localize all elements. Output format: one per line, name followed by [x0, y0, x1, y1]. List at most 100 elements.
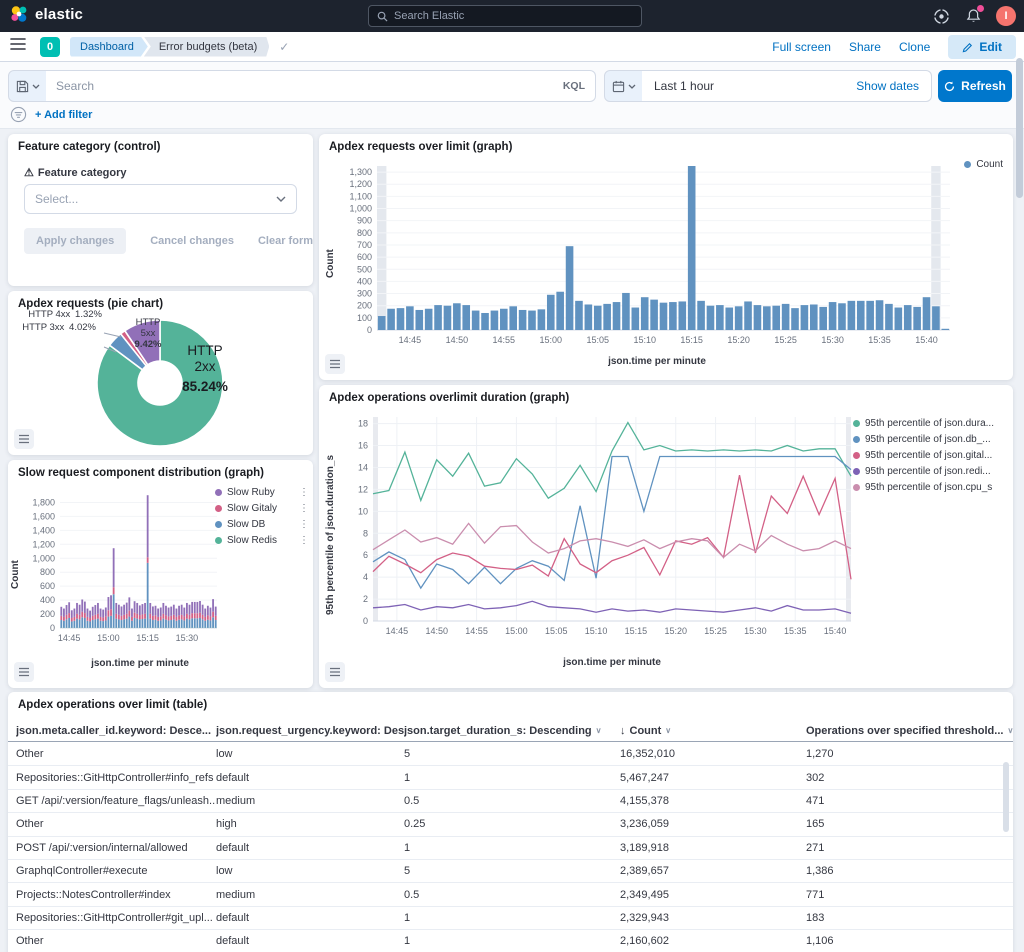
chevron-down-icon: [628, 84, 636, 89]
svg-text:300: 300: [357, 289, 372, 299]
elastic-logo[interactable]: elastic: [10, 5, 83, 23]
table-cell: default: [216, 842, 404, 854]
line-chart[interactable]: 02468101214161814:4514:5014:5515:0015:05…: [339, 409, 861, 659]
deployment-icon[interactable]: [932, 7, 950, 25]
svg-text:1,300: 1,300: [349, 167, 372, 177]
legend-menu-icon[interactable]: ⋮: [299, 535, 309, 546]
cancel-changes-button[interactable]: Cancel changes: [150, 235, 234, 247]
legend-toggle-icon[interactable]: [325, 354, 345, 374]
clone-link[interactable]: Clone: [899, 40, 930, 54]
table-cell: high: [216, 818, 404, 830]
share-link[interactable]: Share: [849, 40, 881, 54]
table-row: POST /api/:version/internal/alloweddefau…: [8, 837, 1013, 860]
sort-desc-icon: ↓: [620, 725, 626, 737]
svg-text:14: 14: [358, 462, 368, 472]
column-label: Count: [630, 725, 662, 737]
refresh-button[interactable]: Refresh: [938, 70, 1012, 102]
table-scrollbar[interactable]: [1003, 762, 1009, 832]
table-column-header[interactable]: ↓Count∨: [620, 725, 806, 737]
table-row: GraphqlController#executelow52,389,6571,…: [8, 860, 1013, 883]
svg-text:15:10: 15:10: [585, 626, 608, 636]
table-cell: 5: [404, 748, 620, 760]
alerts-bell-icon[interactable]: [964, 7, 982, 25]
menu-hamburger-icon[interactable]: [10, 37, 26, 56]
table-column-header[interactable]: json.meta.caller_id.keyword: Desce...∨: [16, 725, 216, 737]
legend-item[interactable]: 95th percentile of json.dura...: [853, 415, 1005, 431]
notification-dot: [977, 5, 984, 12]
kql-badge[interactable]: KQL: [563, 80, 585, 92]
table-cell: 1: [404, 842, 620, 854]
panel-apdex-over-limit-table: Apdex operations over limit (table) json…: [8, 692, 1013, 952]
svg-text:100: 100: [357, 313, 372, 323]
table-cell: Other: [16, 818, 216, 830]
full-screen-link[interactable]: Full screen: [772, 40, 831, 54]
panel-overlimit-duration-graph: Apdex operations overlimit duration (gra…: [319, 385, 1013, 688]
stacked-bar-chart[interactable]: 02004006008001,0001,2001,4001,6001,80014…: [16, 484, 221, 654]
show-dates-link[interactable]: Show dates: [856, 79, 919, 93]
table-row: GET /api/:version/feature_flags/unleash.…: [8, 790, 1013, 813]
svg-text:1,400: 1,400: [32, 525, 55, 535]
legend-item[interactable]: 95th percentile of json.cpu_s: [853, 479, 1005, 495]
legend-item[interactable]: 95th percentile of json.redi...: [853, 463, 1005, 479]
apply-changes-button[interactable]: Apply changes: [24, 228, 126, 254]
space-badge[interactable]: 0: [40, 37, 60, 57]
edit-button[interactable]: Edit: [948, 35, 1016, 59]
legend-dot: [853, 452, 860, 459]
user-avatar[interactable]: I: [996, 6, 1016, 26]
table-row: Otherhigh0.253,236,059165: [8, 813, 1013, 836]
legend-toggle-icon[interactable]: [14, 429, 34, 449]
legend-label: Slow Gitaly: [227, 503, 277, 514]
svg-text:15:00: 15:00: [505, 626, 528, 636]
legend-menu-icon[interactable]: ⋮: [299, 519, 309, 530]
legend-dot: [853, 468, 860, 475]
svg-text:14:45: 14:45: [386, 626, 409, 636]
legend-item[interactable]: 95th percentile of json.gital...: [853, 447, 1005, 463]
kql-search-input[interactable]: Search KQL: [46, 70, 596, 102]
legend-toggle-icon[interactable]: [325, 662, 345, 682]
panel-title: Apdex requests over limit (graph): [329, 141, 512, 153]
search-icon: [377, 11, 388, 22]
table-column-header[interactable]: json.request_urgency.keyword: Des...∨: [216, 725, 404, 737]
svg-text:500: 500: [357, 264, 372, 274]
global-search-input[interactable]: Search Elastic: [368, 5, 642, 27]
legend-toggle-icon[interactable]: [14, 662, 34, 682]
legend-item[interactable]: Slow Redis⋮: [215, 532, 309, 548]
svg-text:15:15: 15:15: [136, 633, 159, 643]
legend-item[interactable]: Slow Ruby⋮: [215, 484, 309, 500]
legend-item[interactable]: 95th percentile of json.db_...: [853, 431, 1005, 447]
legend-label: Slow DB: [227, 519, 265, 530]
time-range-value: Last 1 hour: [654, 79, 856, 93]
breadcrumb-dashboard[interactable]: Dashboard: [70, 37, 148, 57]
clear-form-button[interactable]: Clear form: [258, 235, 313, 247]
svg-text:1,000: 1,000: [349, 204, 372, 214]
table-cell: POST /api/:version/internal/allowed: [16, 842, 216, 854]
table-cell: 0.5: [404, 795, 620, 807]
table-cell: 2,160,602: [620, 935, 806, 947]
legend-item[interactable]: Slow Gitaly ⋮: [215, 500, 309, 516]
table-column-header[interactable]: json.target_duration_s: Descending∨: [404, 725, 620, 737]
time-range-picker[interactable]: Last 1 hour Show dates: [642, 70, 932, 102]
panel-feature-category-control: Feature category (control) ⚠ Feature cat…: [8, 134, 313, 286]
svg-text:14:50: 14:50: [425, 626, 448, 636]
panel-title: Feature category (control): [18, 141, 161, 153]
table-cell: 1,106: [806, 935, 1013, 947]
legend-menu-icon[interactable]: ⋮: [299, 503, 309, 514]
brand-name: elastic: [35, 6, 83, 23]
filter-icon[interactable]: [10, 106, 27, 123]
saved-check-icon[interactable]: ✓: [279, 40, 289, 54]
table-cell: Repositories::GitHttpController#info_ref…: [16, 772, 216, 784]
add-filter-link[interactable]: + Add filter: [35, 109, 92, 121]
feature-category-select[interactable]: Select...: [24, 184, 297, 214]
legend-item[interactable]: Slow DB ⋮: [215, 516, 309, 532]
calendar-icon: [612, 80, 625, 93]
bar-chart[interactable]: 01002003004005006007008009001,0001,1001,…: [339, 160, 1003, 360]
table-column-header[interactable]: Operations over specified threshold...∨: [806, 725, 1013, 737]
chart-legend: 95th percentile of json.dura...95th perc…: [853, 415, 1005, 495]
saved-query-button[interactable]: [8, 70, 47, 102]
refresh-icon: [944, 81, 955, 92]
legend-dot: [853, 420, 860, 427]
svg-text:15:30: 15:30: [176, 633, 199, 643]
date-quick-button[interactable]: [604, 70, 643, 102]
legend-menu-icon[interactable]: ⋮: [299, 487, 309, 498]
page-scrollbar[interactable]: [1016, 58, 1023, 198]
